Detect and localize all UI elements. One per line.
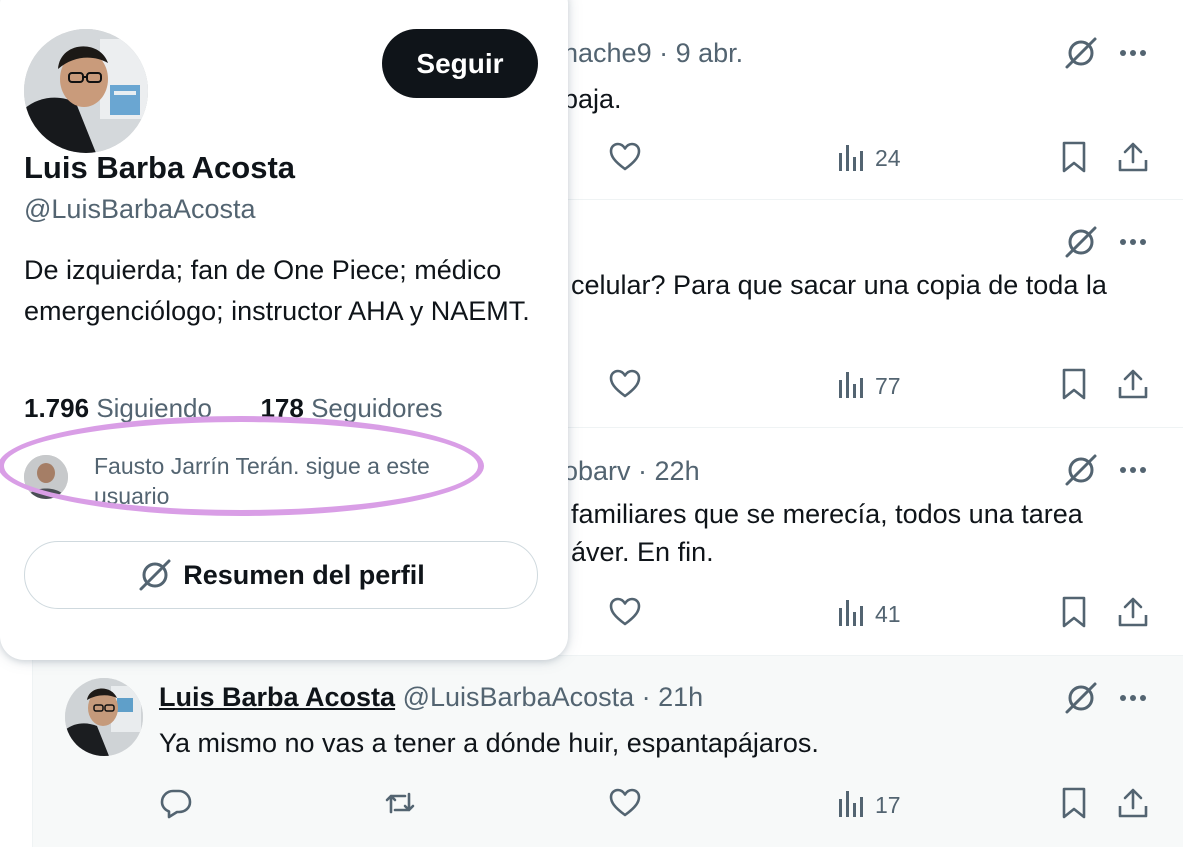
bookmark-icon[interactable] bbox=[1057, 595, 1091, 629]
more-icon[interactable] bbox=[1116, 225, 1150, 259]
followers-label: Seguidores bbox=[311, 393, 443, 423]
share-icon[interactable] bbox=[1116, 786, 1150, 820]
views-count: 17 bbox=[875, 792, 901, 818]
views-icon[interactable] bbox=[835, 787, 869, 821]
grok-icon[interactable] bbox=[1063, 452, 1099, 488]
reply-tweet[interactable]: Luis Barba Acosta @LuisBarbaAcosta · 21h… bbox=[33, 656, 1183, 847]
grok-icon[interactable] bbox=[1063, 680, 1099, 716]
views-icon[interactable] bbox=[835, 141, 869, 175]
tweet-text: celular? Para que sacar una copia de tod… bbox=[571, 270, 1107, 300]
follow-button[interactable]: Seguir bbox=[382, 29, 538, 98]
reply-author-name[interactable]: Luis Barba Acosta bbox=[159, 682, 395, 712]
like-icon[interactable] bbox=[608, 786, 642, 820]
bookmark-icon[interactable] bbox=[1057, 786, 1091, 820]
more-icon[interactable] bbox=[1116, 453, 1150, 487]
profile-name[interactable]: Luis Barba Acosta bbox=[24, 150, 295, 186]
views-count: 24 bbox=[875, 145, 901, 171]
profile-summary-button[interactable]: Resumen del perfil bbox=[24, 541, 538, 609]
share-icon[interactable] bbox=[1116, 140, 1150, 174]
grok-icon[interactable] bbox=[1063, 35, 1099, 71]
share-icon[interactable] bbox=[1116, 595, 1150, 629]
share-icon[interactable] bbox=[1116, 367, 1150, 401]
more-icon[interactable] bbox=[1116, 681, 1150, 715]
reply-header: Luis Barba Acosta @LuisBarbaAcosta · 21h bbox=[159, 682, 703, 713]
tweet-text: paja. bbox=[563, 84, 622, 114]
profile-handle[interactable]: @LuisBarbaAcosta bbox=[24, 194, 256, 225]
more-icon[interactable] bbox=[1116, 36, 1150, 70]
reply-icon[interactable] bbox=[159, 786, 193, 820]
bookmark-icon[interactable] bbox=[1057, 140, 1091, 174]
tweet-text-line: familiares que se merecía, todos una tar… bbox=[571, 499, 1083, 529]
reply-text: Ya mismo no vas a tener a dónde huir, es… bbox=[159, 728, 819, 758]
tweet-header: obarv · 22h bbox=[563, 456, 700, 486]
views-icon[interactable] bbox=[835, 596, 869, 630]
profile-avatar[interactable] bbox=[24, 29, 148, 153]
profile-bio: De izquierda; fan de One Piece; médico e… bbox=[24, 255, 530, 326]
views-count: 77 bbox=[875, 373, 901, 399]
profile-summary-label: Resumen del perfil bbox=[183, 559, 425, 590]
bookmark-icon[interactable] bbox=[1057, 367, 1091, 401]
retweet-icon[interactable] bbox=[383, 786, 417, 820]
like-icon[interactable] bbox=[608, 595, 642, 629]
profile-hover-card: Seguir Luis Barba Acosta @LuisBarbaAcost… bbox=[0, 0, 568, 660]
following-count: 1.796 bbox=[24, 393, 90, 423]
avatar[interactable] bbox=[65, 678, 143, 756]
views-count: 41 bbox=[875, 601, 901, 627]
views-icon[interactable] bbox=[835, 368, 869, 402]
tweet-text-line: áver. En fin. bbox=[571, 537, 714, 567]
grok-icon bbox=[137, 557, 173, 593]
tweet-header: nache9 · 9 abr. bbox=[563, 38, 744, 68]
grok-icon[interactable] bbox=[1063, 224, 1099, 260]
like-icon[interactable] bbox=[608, 367, 642, 401]
annotation-circle bbox=[0, 416, 484, 516]
reply-meta[interactable]: @LuisBarbaAcosta · 21h bbox=[403, 682, 704, 712]
like-icon[interactable] bbox=[608, 140, 642, 174]
